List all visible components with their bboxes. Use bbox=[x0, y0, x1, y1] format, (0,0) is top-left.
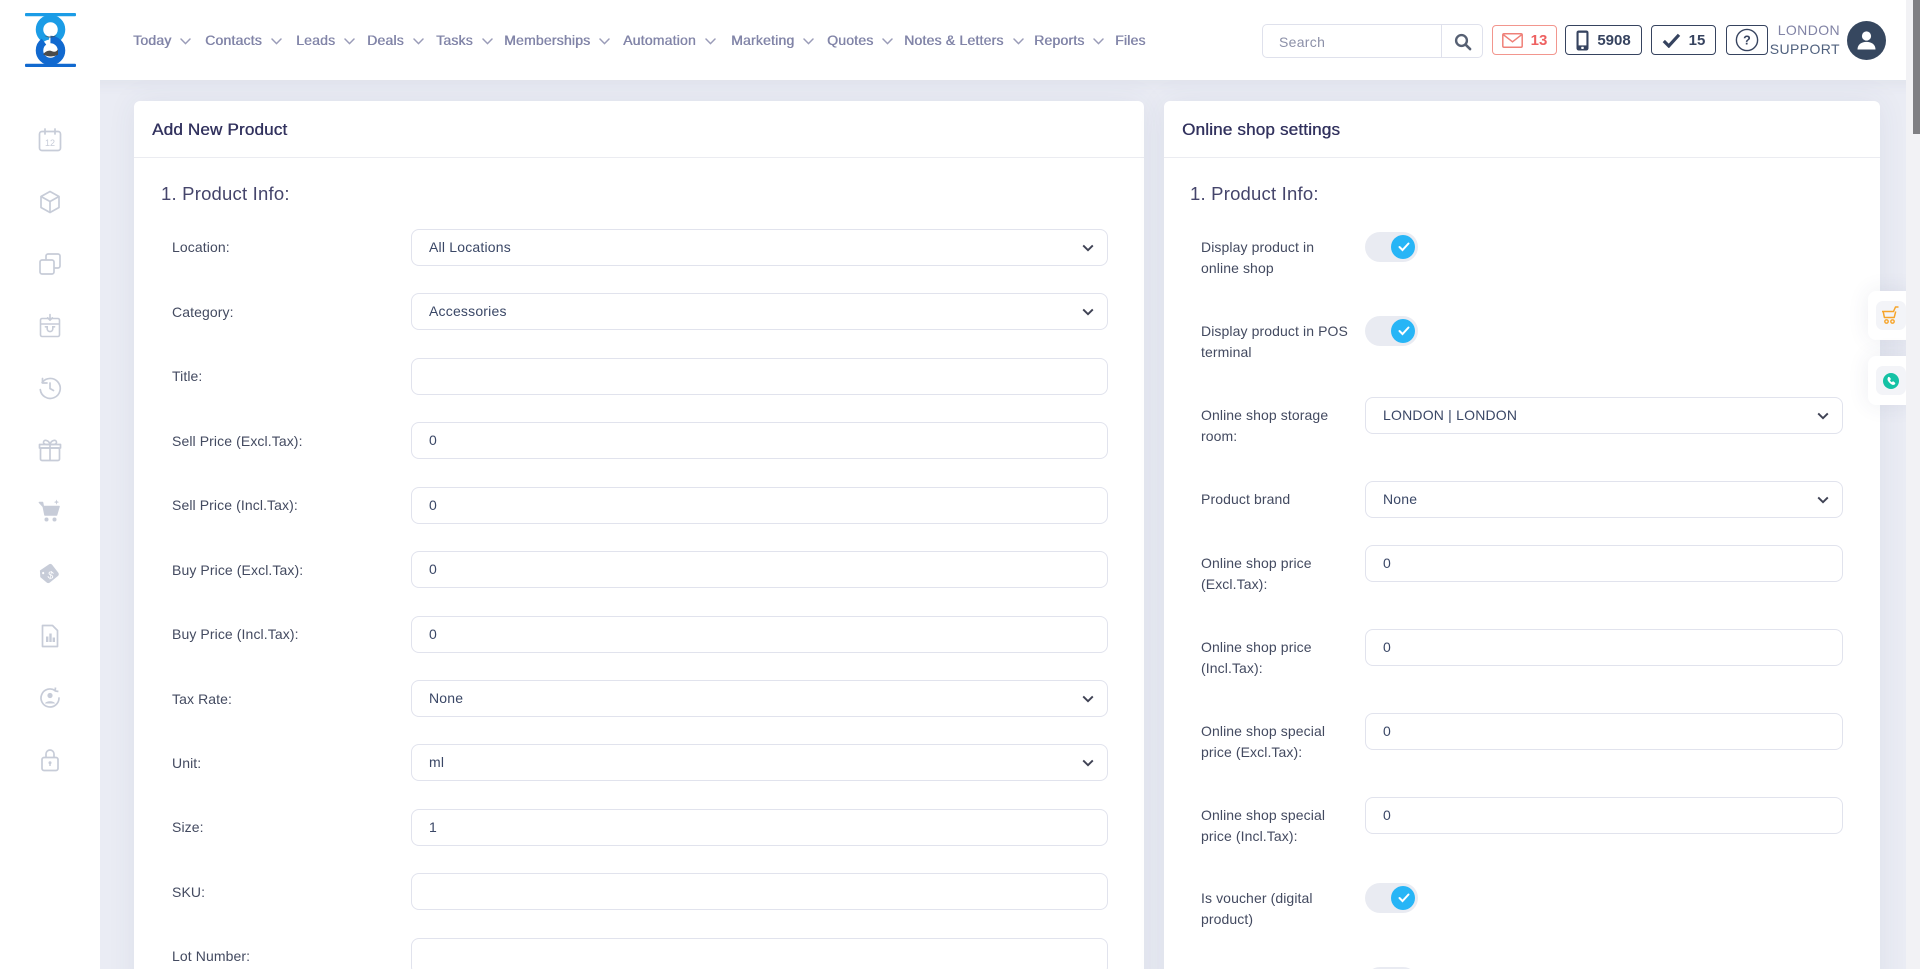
svg-text:12: 12 bbox=[45, 138, 55, 148]
